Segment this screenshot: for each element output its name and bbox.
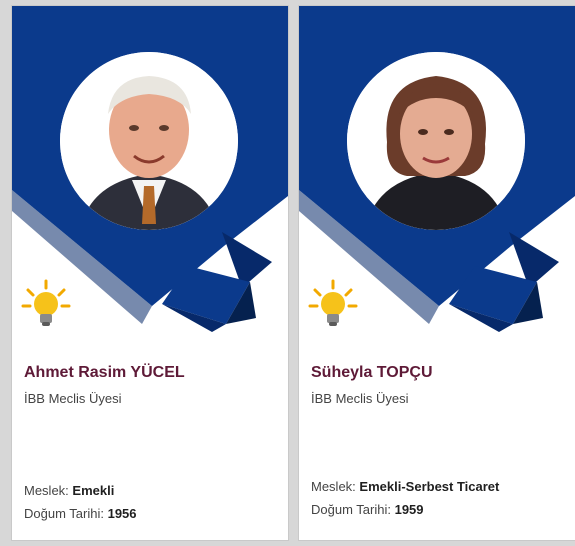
member-card[interactable]: Süheyla TOPÇU İBB Meclis Üyesi Meslek: E… xyxy=(299,6,575,540)
member-card[interactable]: Ahmet Rasim YÜCEL İBB Meclis Üyesi Mesle… xyxy=(12,6,288,540)
member-photo xyxy=(60,52,238,230)
birth-label: Doğum Tarihi: xyxy=(311,502,391,517)
member-photo xyxy=(347,52,525,230)
occupation-row: Meslek: Emekli xyxy=(24,483,114,498)
occupation-value: Emekli xyxy=(72,483,115,498)
occupation-label: Meslek: xyxy=(24,483,69,498)
member-role: İBB Meclis Üyesi xyxy=(311,391,409,406)
birth-row: Doğum Tarihi: 1956 xyxy=(24,506,137,521)
member-name: Ahmet Rasim YÜCEL xyxy=(24,364,185,381)
occupation-label: Meslek: xyxy=(311,479,356,494)
occupation-value: Emekli-Serbest Ticaret xyxy=(359,479,500,494)
birth-row: Doğum Tarihi: 1959 xyxy=(311,502,424,517)
member-role: İBB Meclis Üyesi xyxy=(24,391,122,406)
party-bulb-logo-icon xyxy=(308,279,358,326)
birth-label: Doğum Tarihi: xyxy=(24,506,104,521)
member-name: Süheyla TOPÇU xyxy=(311,364,433,381)
birth-year-value: 1959 xyxy=(394,502,424,517)
occupation-row: Meslek: Emekli-Serbest Ticaret xyxy=(311,479,499,494)
party-bulb-logo-icon xyxy=(21,279,71,326)
birth-year-value: 1956 xyxy=(107,506,137,521)
